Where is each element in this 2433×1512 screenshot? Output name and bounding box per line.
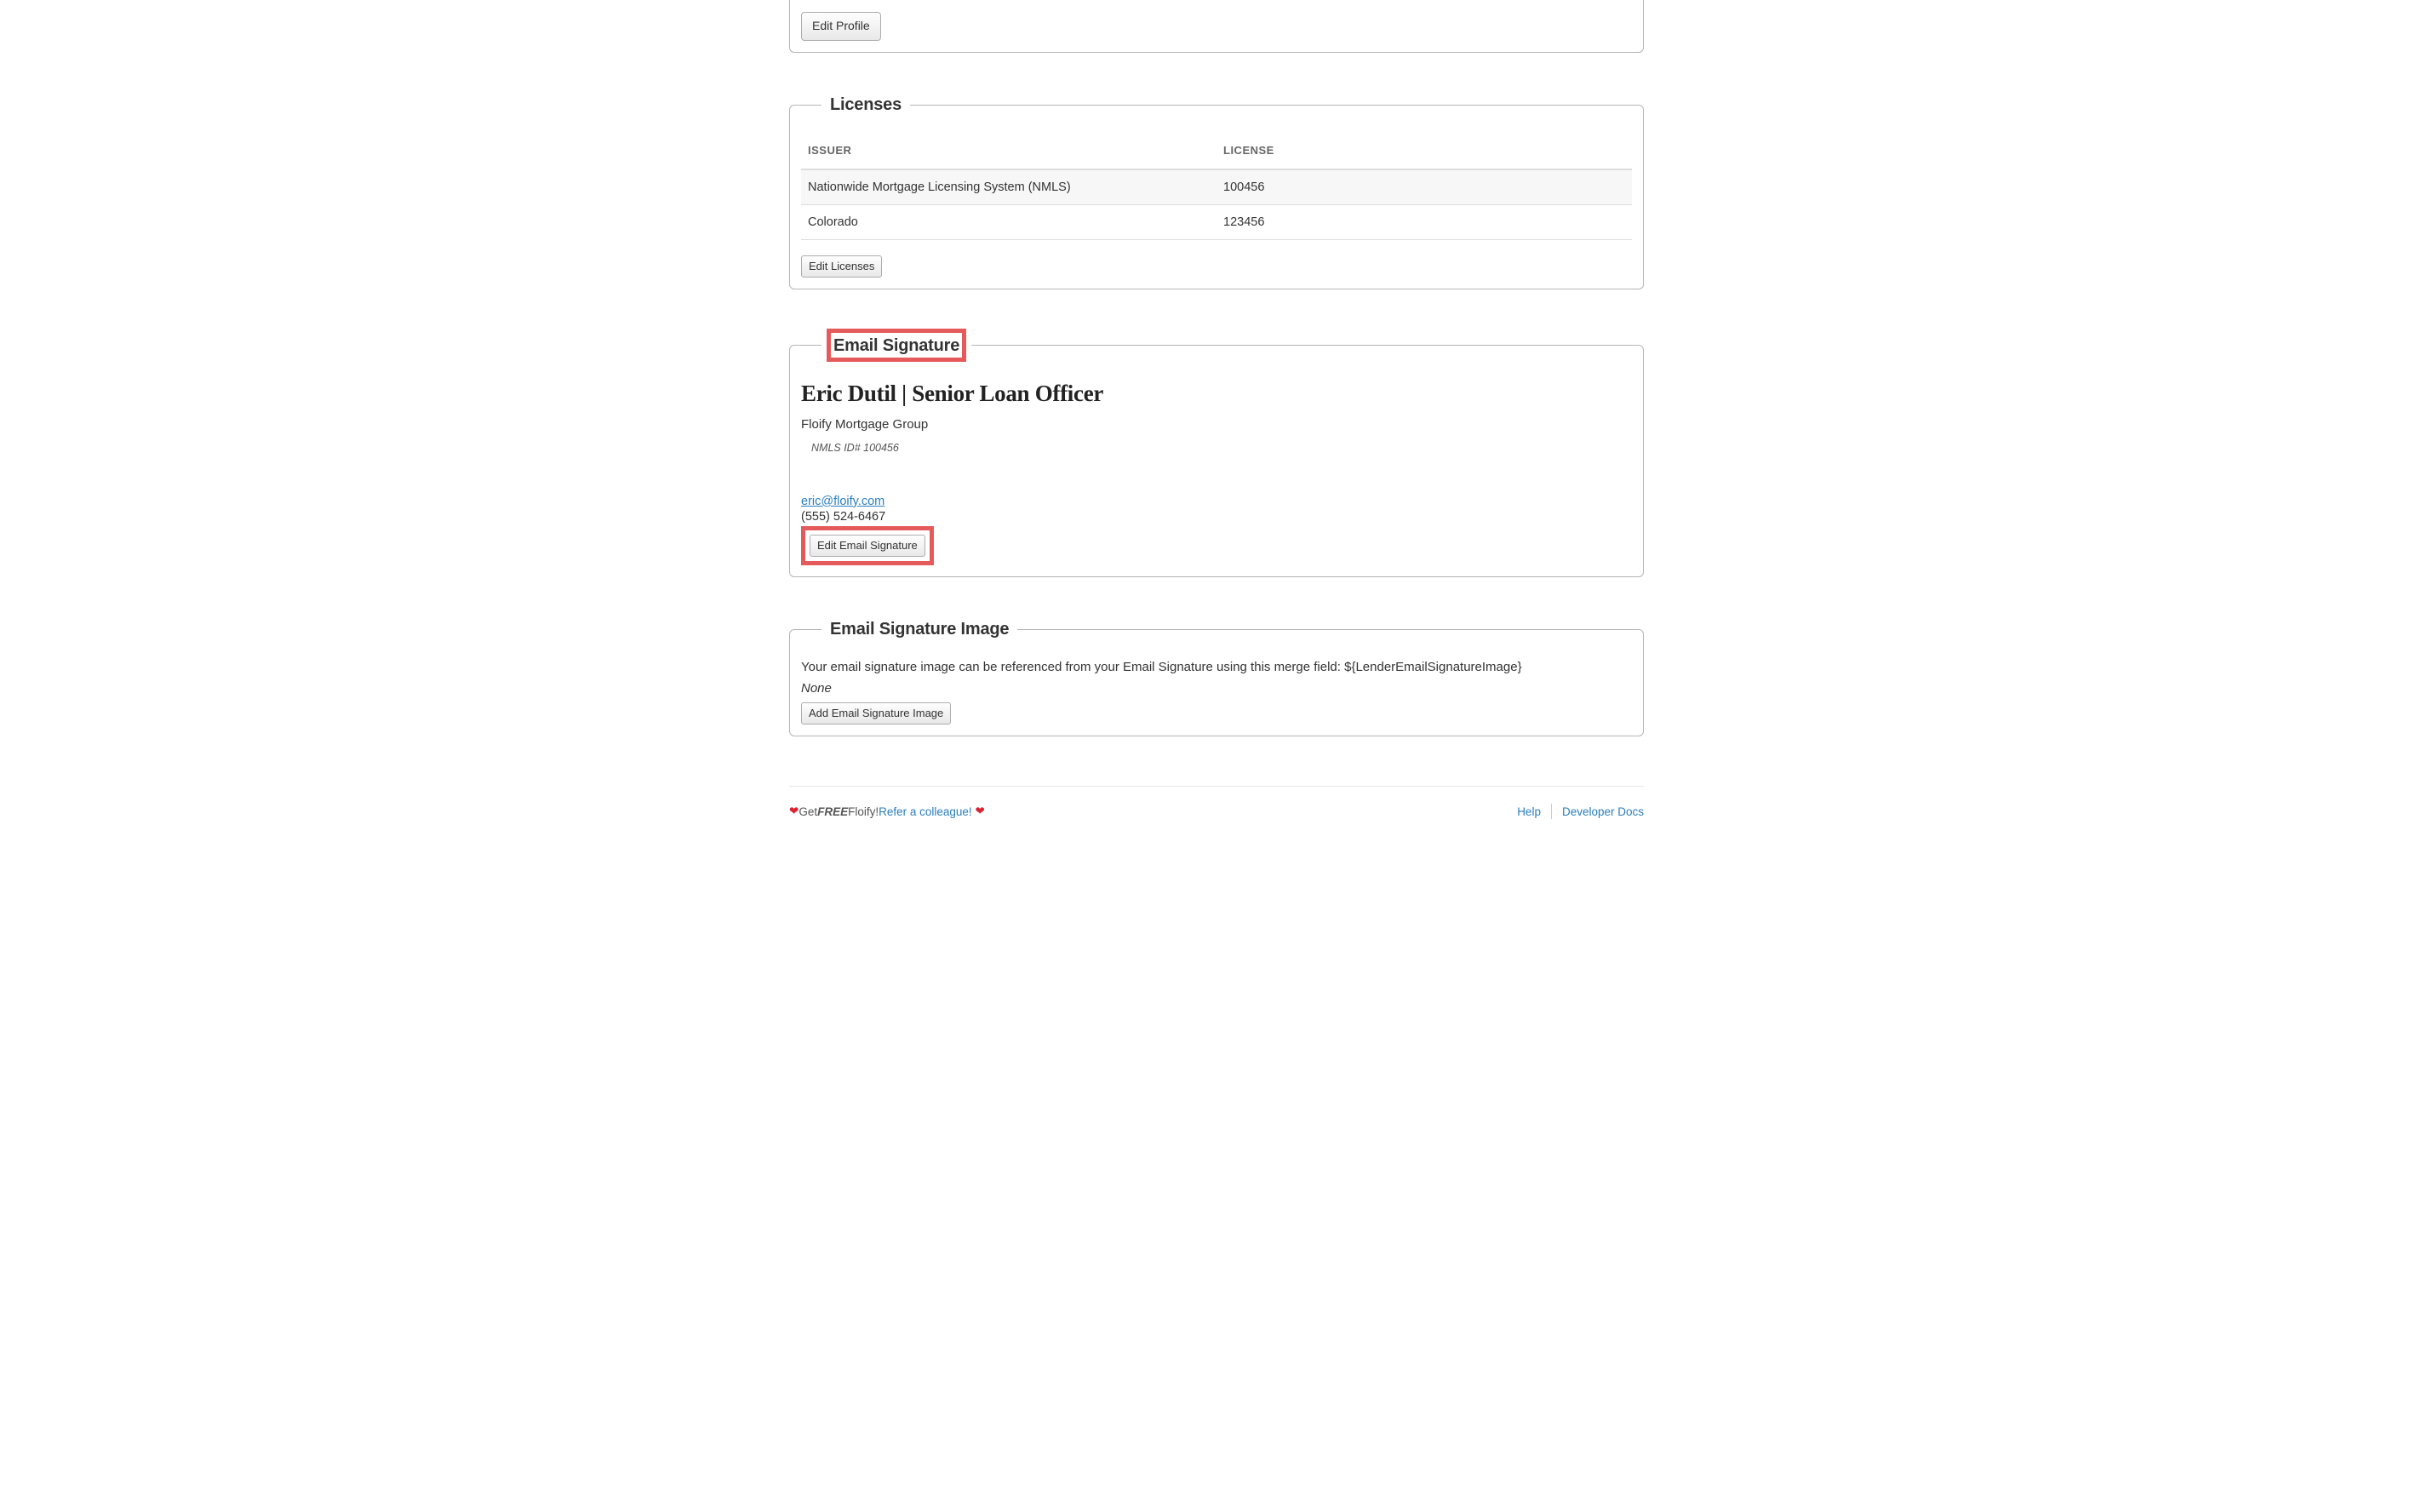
edit-profile-button[interactable]: Edit Profile — [801, 12, 881, 41]
help-link[interactable]: Help — [1517, 805, 1541, 818]
developer-docs-link[interactable]: Developer Docs — [1562, 805, 1644, 818]
license-cell: 100456 — [1216, 169, 1632, 205]
licenses-table: ISSUER LICENSE Nationwide Mortgage Licen… — [801, 134, 1632, 240]
email-signature-section: Email Signature Eric Dutil | Senior Loan… — [789, 332, 1644, 577]
footer-divider — [1551, 804, 1552, 819]
add-email-signature-image-button[interactable]: Add Email Signature Image — [801, 702, 951, 724]
edit-email-signature-button[interactable]: Edit Email Signature — [810, 535, 925, 557]
footer-get: Get — [799, 805, 817, 818]
esi-description: Your email signature image can be refere… — [801, 660, 1632, 674]
signature-company: Floify Mortgage Group — [801, 417, 1632, 432]
email-signature-legend: Email Signature — [821, 332, 971, 358]
profile-section: Edit Profile — [789, 0, 1644, 53]
email-signature-image-section: Email Signature Image Your email signatu… — [789, 620, 1644, 736]
table-row: Colorado 123456 — [801, 204, 1632, 239]
table-row: Nationwide Mortgage Licensing System (NM… — [801, 169, 1632, 205]
edit-licenses-button[interactable]: Edit Licenses — [801, 255, 882, 278]
signature-email-link[interactable]: eric@floify.com — [801, 495, 884, 508]
col-license: LICENSE — [1216, 134, 1632, 169]
heart-icon: ❤ — [789, 805, 799, 818]
signature-phone: (555) 524-6467 — [801, 510, 1632, 524]
footer-free: FREE — [817, 805, 848, 818]
refer-colleague-link[interactable]: Refer a colleague! — [879, 805, 972, 818]
license-cell: 123456 — [1216, 204, 1632, 239]
footer: ❤ Get FREE Floify! Refer a colleague! ❤ … — [789, 786, 1644, 819]
signature-nmls: NMLS ID# 100456 — [811, 442, 1632, 454]
footer-floify: Floify! — [848, 805, 879, 818]
esi-none: None — [801, 681, 1632, 696]
col-issuer: ISSUER — [801, 134, 1216, 169]
licenses-section: Licenses ISSUER LICENSE Nationwide Mortg… — [789, 95, 1644, 289]
edit-email-signature-highlight: Edit Email Signature — [801, 526, 934, 565]
issuer-cell: Colorado — [801, 204, 1216, 239]
signature-name-line: Eric Dutil | Senior Loan Officer — [801, 381, 1632, 407]
email-signature-image-legend: Email Signature Image — [821, 620, 1017, 639]
issuer-cell: Nationwide Mortgage Licensing System (NM… — [801, 169, 1216, 205]
heart-icon: ❤ — [975, 805, 984, 818]
licenses-legend: Licenses — [821, 95, 910, 115]
